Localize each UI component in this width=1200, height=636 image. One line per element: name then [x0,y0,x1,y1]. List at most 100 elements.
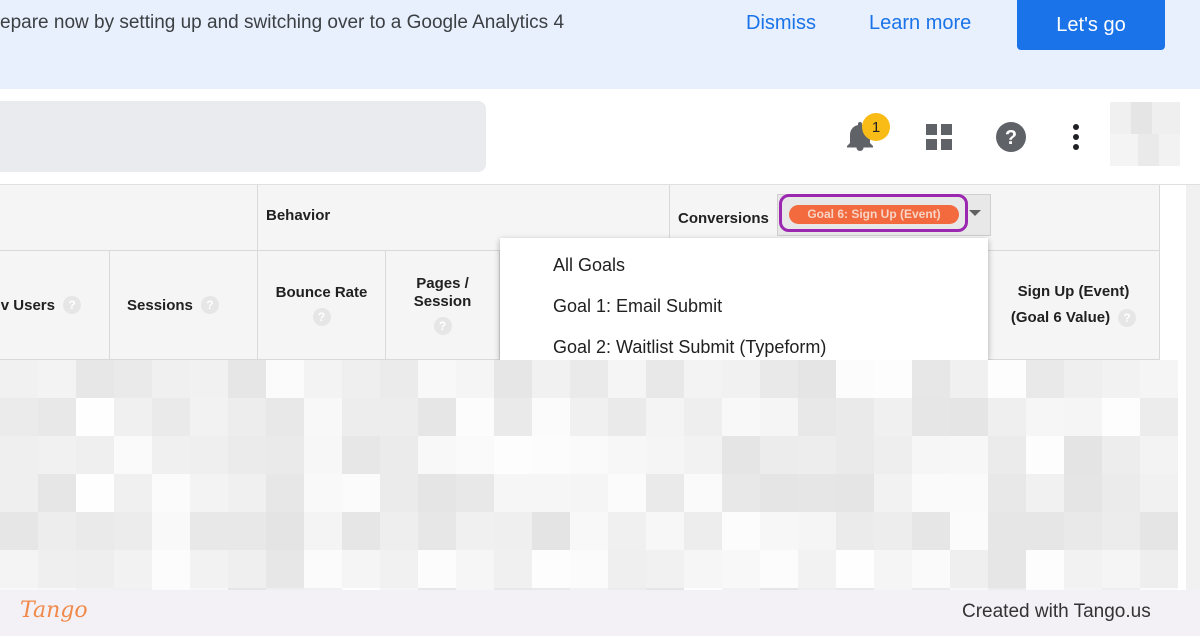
redacted-cell [0,474,38,512]
more-vert-icon[interactable] [1056,117,1096,157]
chevron-down-icon[interactable] [969,210,981,216]
redacted-cell [646,512,684,550]
redacted-cell [266,474,304,512]
column-label: Pages / Session [413,275,472,310]
redacted-cell [190,550,228,588]
redacted-cell [608,512,646,550]
redacted-cell [190,398,228,436]
redacted-cell [494,474,532,512]
redacted-cell [722,550,760,588]
top-app-bar: ? [0,89,1200,185]
redacted-cell [380,360,418,398]
search-input[interactable] [0,101,486,172]
redacted-cell [456,398,494,436]
help-icon[interactable]: ? [991,117,1031,157]
column-bounce-rate[interactable]: Bounce Rate? [258,251,386,360]
column-label: Bounce Rate [275,284,368,301]
column-sessions[interactable]: Sessions? [110,251,258,360]
column-new-users[interactable]: v Users? [0,251,110,360]
redacted-cell [836,512,874,550]
redacted-cell [1140,398,1178,436]
menu-item-goal-2[interactable]: Goal 2: Waitlist Submit (Typeform) [553,337,826,358]
redacted-cell [266,550,304,588]
redacted-cell [646,360,684,398]
redacted-cell [0,512,38,550]
redacted-cell [114,474,152,512]
redacted-cell [950,474,988,512]
redacted-cell [1102,512,1140,550]
help-icon[interactable]: ? [1118,309,1137,327]
redacted-cell [912,474,950,512]
redacted-cell [1026,436,1064,474]
lets-go-button[interactable]: Let's go [1017,0,1165,50]
redacted-cell [950,512,988,550]
redacted-cell [304,550,342,588]
redacted-cell [304,360,342,398]
redacted-cell [1064,474,1102,512]
redacted-cell [684,550,722,588]
redacted-cell [342,550,380,588]
redacted-cell [228,398,266,436]
dismiss-button[interactable]: Dismiss [746,12,816,35]
redacted-cell [0,360,38,398]
help-icon[interactable]: ? [63,296,81,314]
redacted-cell [570,512,608,550]
menu-item-all-goals[interactable]: All Goals [553,255,625,276]
redacted-cell [798,436,836,474]
column-sign-up-event-value[interactable]: Sign Up (Event) (Goal 6 Value)? [988,251,1160,360]
redacted-cell [874,398,912,436]
redacted-cell [798,512,836,550]
redacted-cell [950,550,988,588]
redacted-cell [912,398,950,436]
redacted-cell [114,550,152,588]
redacted-cell [608,436,646,474]
redacted-cell [988,512,1026,550]
redacted-cell [380,436,418,474]
menu-item-goal-1[interactable]: Goal 1: Email Submit [553,296,722,317]
redacted-cell [380,474,418,512]
goal-dropdown-menu: All Goals Goal 1: Email Submit Goal 2: W… [500,238,988,360]
redacted-cell [570,474,608,512]
redacted-cell [1064,512,1102,550]
redacted-cell [912,360,950,398]
redacted-cell [722,512,760,550]
redacted-cell [418,550,456,588]
help-icon[interactable]: ? [200,296,219,314]
redacted-cell [380,512,418,550]
step-highlight [779,194,968,232]
redacted-cell [836,474,874,512]
redacted-cell [760,360,798,398]
redacted-cell [152,436,190,474]
redacted-cell [418,436,456,474]
redacted-cell [684,436,722,474]
redacted-cell [228,360,266,398]
help-icon[interactable]: ? [433,317,452,335]
help-icon[interactable]: ? [312,308,331,326]
redacted-cell [532,398,570,436]
learn-more-link[interactable]: Learn more [869,12,971,35]
redacted-cell [304,474,342,512]
banner-message: epare now by setting up and switching ov… [0,12,565,33]
redacted-cell [988,474,1026,512]
redacted-cell [798,398,836,436]
redacted-cell [190,360,228,398]
redacted-cell [608,474,646,512]
redacted-cell [76,398,114,436]
redacted-cell [532,474,570,512]
avatar[interactable] [1110,102,1180,166]
redacted-cell [266,398,304,436]
apps-grid-icon[interactable] [919,117,959,157]
column-pages-session[interactable]: Pages / Session? [386,251,500,360]
redacted-cell [494,550,532,588]
redacted-cell [228,436,266,474]
redacted-cell [418,512,456,550]
redacted-cell [456,550,494,588]
redacted-cell [646,436,684,474]
redacted-cell [0,398,38,436]
redacted-cell [912,550,950,588]
redacted-cell [570,436,608,474]
redacted-cell [1064,550,1102,588]
redacted-cell [1102,436,1140,474]
scrollbar[interactable] [1186,185,1200,590]
redacted-cell [608,550,646,588]
